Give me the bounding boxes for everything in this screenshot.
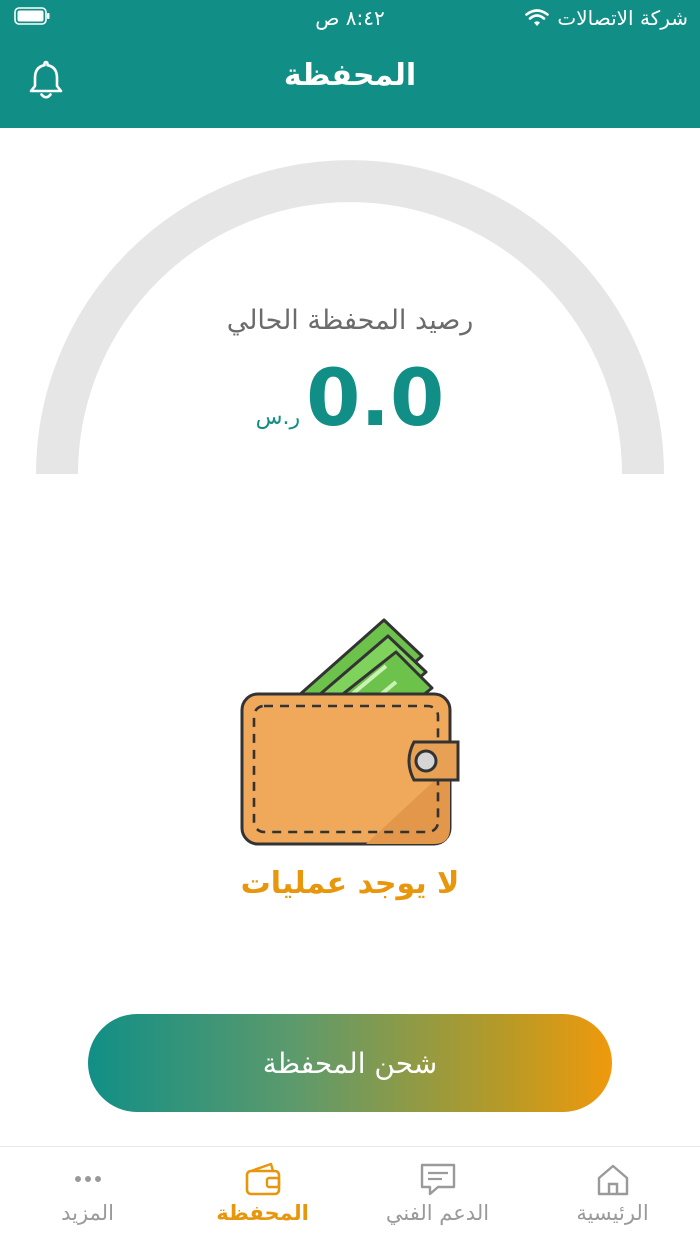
- balance-amount: 0.0: [306, 354, 445, 444]
- tab-label: الدعم الفني: [385, 1201, 490, 1225]
- tab-label: المحفظة: [216, 1201, 309, 1225]
- carrier-name: شركة الاتصالات: [557, 6, 688, 30]
- balance-label: رصيد المحفظة الحالي: [226, 305, 474, 336]
- wifi-icon: [525, 9, 550, 26]
- balance-display: ر.س 0.0: [0, 360, 700, 438]
- status-time: ٨:٤٢ ص: [315, 6, 385, 30]
- tab-home[interactable]: الرئيسية: [525, 1147, 700, 1245]
- bottom-tab-bar: الرئيسية الدعم الفني المحفظة المزيد: [0, 1146, 700, 1245]
- carrier-info: شركة الاتصالات: [525, 6, 688, 30]
- app-header: شركة الاتصالات ٨:٤٢ ص المحفظة: [0, 0, 700, 128]
- status-bar: شركة الاتصالات ٨:٤٢ ص: [0, 0, 700, 38]
- tab-label: الرئيسية: [576, 1201, 649, 1225]
- tab-wallet[interactable]: المحفظة: [175, 1147, 350, 1245]
- home-icon: [597, 1164, 628, 1196]
- battery-icon: [14, 7, 50, 25]
- page-title: المحفظة: [283, 58, 417, 93]
- wallet-illustration: [240, 618, 460, 846]
- tab-label: المزيد: [61, 1201, 114, 1225]
- currency-label: ر.س: [255, 405, 301, 430]
- empty-transactions-message: لا يوجد عمليات: [240, 866, 460, 901]
- wallet-icon: [245, 1162, 280, 1196]
- more-icon: [74, 1176, 101, 1182]
- chat-icon: [420, 1163, 455, 1196]
- charge-wallet-button[interactable]: شحن المحفظة: [88, 1014, 612, 1112]
- notification-bell-icon[interactable]: [26, 58, 66, 102]
- tab-support[interactable]: الدعم الفني: [350, 1147, 525, 1245]
- tab-more[interactable]: المزيد: [0, 1147, 175, 1245]
